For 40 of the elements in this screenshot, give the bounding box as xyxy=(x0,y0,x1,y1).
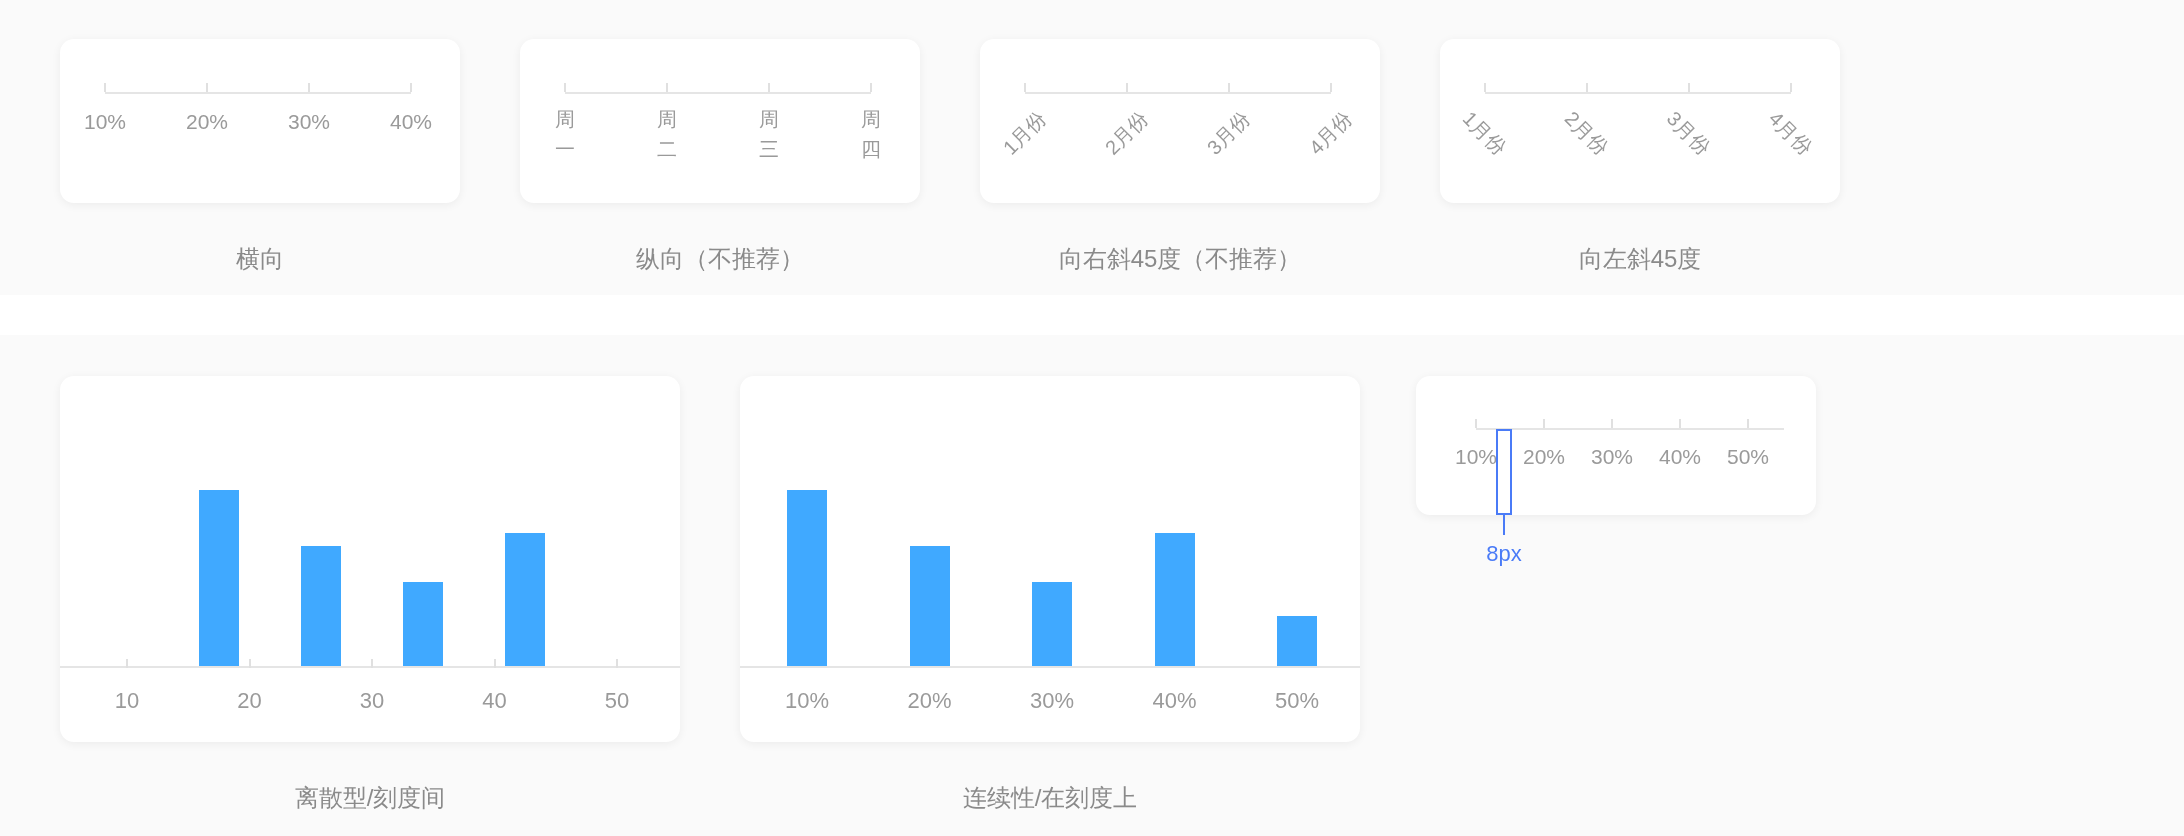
caption: 向左斜45度 xyxy=(1578,244,1702,274)
axis-label: 10% xyxy=(785,687,830,715)
axis-label: 40 xyxy=(482,687,507,715)
caption: 连续性/在刻度上 xyxy=(962,783,1138,813)
axis-label: 50% xyxy=(1727,444,1769,470)
axis-label: 1月份 xyxy=(1458,106,1512,161)
bar xyxy=(1277,616,1317,666)
dimension-label: 8px xyxy=(1486,540,1522,568)
leader-line xyxy=(1503,515,1505,535)
axis-label: 20% xyxy=(1523,444,1565,470)
axis-label: 30% xyxy=(288,109,330,135)
axis-label: 4月份 xyxy=(1764,106,1818,161)
axis-label: 3月份 xyxy=(1662,106,1716,161)
axis-label: 30% xyxy=(1030,687,1075,715)
axis-label: 50 xyxy=(604,687,630,715)
axis-label: 10% xyxy=(84,109,126,135)
axis-label: 1月份 xyxy=(998,106,1052,161)
caption: 横向 xyxy=(236,244,284,274)
axis-label: 4月份 xyxy=(1304,106,1358,161)
caption: 纵向（不推荐） xyxy=(636,244,804,274)
axis-label: 周三 xyxy=(759,107,779,162)
axis-label: 40% xyxy=(1659,444,1701,470)
axis-label: 10% xyxy=(1455,444,1497,470)
axis-label: 周四 xyxy=(861,107,881,162)
axis-label: 周二 xyxy=(657,107,677,162)
axis-label: 40% xyxy=(1152,687,1197,715)
axis-label: 20 xyxy=(237,687,262,715)
axis-label: 30% xyxy=(1591,444,1633,470)
caption: 向右斜45度（不推荐） xyxy=(1058,244,1302,274)
axis-label: 20% xyxy=(186,109,228,135)
axis-label: 50% xyxy=(1275,687,1320,715)
axis-label: 10 xyxy=(114,687,140,715)
axis-label: 30 xyxy=(359,687,385,715)
axis-label: 周一 xyxy=(555,107,575,162)
axis-label: 40% xyxy=(390,109,432,135)
caption: 离散型/刻度间 xyxy=(294,783,446,813)
axis-label: 2月份 xyxy=(1560,106,1614,161)
axis-label: 3月份 xyxy=(1202,106,1256,161)
axis-label: 2月份 xyxy=(1100,106,1154,161)
axis-label: 20% xyxy=(907,687,952,715)
